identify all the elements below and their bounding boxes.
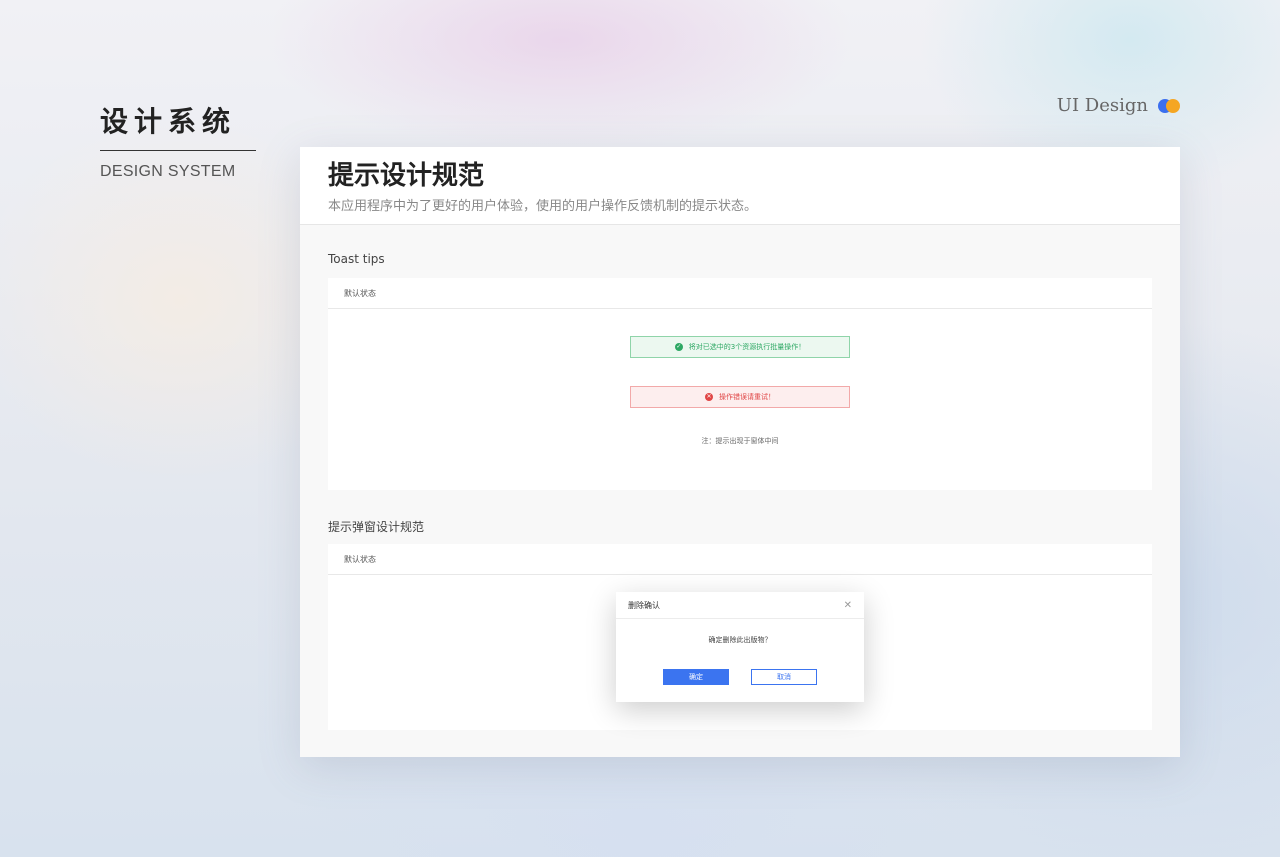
- confirm-button[interactable]: 确定: [663, 669, 729, 685]
- toast-card-header: 默认状态: [328, 278, 1152, 309]
- cancel-button[interactable]: 取消: [751, 669, 817, 685]
- ui-design-label: UI Design: [1056, 95, 1148, 116]
- page-title: 提示设计规范: [328, 161, 485, 191]
- brand-subtitle: DESIGN SYSTEM: [100, 163, 236, 180]
- orange-dot: [1166, 98, 1180, 113]
- dialog-message: 确定删除此出版物？: [708, 636, 772, 644]
- dialog-section-label: 提示弹窗设计规范: [328, 520, 425, 534]
- spec-panel: 提示设计规范 本应用程序中为了更好的用户体验，使用的用户操作反馈机制的提示状态。…: [300, 147, 1180, 757]
- panel-header: 提示设计规范 本应用程序中为了更好的用户体验，使用的用户操作反馈机制的提示状态。: [300, 147, 1180, 225]
- brand-dots-icon: [1158, 98, 1180, 113]
- toast-card: 默认状态 ✓ 将对已选中的3个资源执行批量操作！ ✕ 操作错误请重试！ 注：提示…: [328, 278, 1152, 490]
- check-circle-icon: ✓: [674, 343, 683, 351]
- dialog-header: 删除确认 ✕: [616, 592, 864, 619]
- brand: 设计系统 DESIGN SYSTEM: [100, 100, 256, 181]
- success-toast: ✓ 将对已选中的3个资源执行批量操作！: [630, 336, 850, 358]
- success-toast-text: 将对已选中的3个资源执行批量操作！: [688, 343, 806, 351]
- error-toast-text: 操作错误请重试！: [719, 393, 775, 401]
- close-circle-icon: ✕: [705, 393, 713, 401]
- dialog-actions: 确定 取消: [616, 669, 864, 685]
- page-description: 本应用程序中为了更好的用户体验，使用的用户操作反馈机制的提示状态。: [328, 199, 758, 214]
- confirm-dialog: 删除确认 ✕ 确定删除此出版物？ 确定 取消: [616, 592, 864, 702]
- brand-title: 设计系统: [100, 100, 256, 151]
- error-toast: ✕ 操作错误请重试！: [630, 386, 850, 408]
- toast-section-label: Toast tips: [328, 252, 385, 266]
- dialog-title: 删除确认: [628, 601, 660, 610]
- ui-design-badge: UI Design: [1057, 95, 1180, 116]
- close-icon[interactable]: ✕: [844, 592, 852, 619]
- dialog-card-header: 默认状态: [328, 544, 1152, 575]
- toast-note: 注：提示出现于窗体中间: [701, 437, 779, 445]
